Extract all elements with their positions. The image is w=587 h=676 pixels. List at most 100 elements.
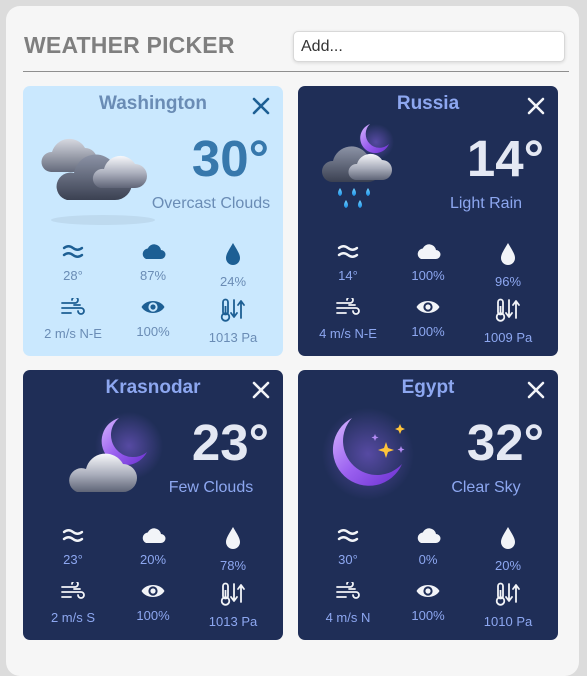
weather-description: Overcast Clouds (151, 195, 271, 212)
stat-pressure: 1013 Pa (193, 298, 273, 345)
cloudiness-value: 20% (139, 552, 167, 567)
temperature: 23° (191, 414, 269, 471)
pressure-value: 1013 Pa (208, 330, 258, 345)
wind-value: 4 m/s N-E (319, 326, 377, 341)
stat-feels-like: 28° (33, 242, 113, 283)
eye-icon (388, 582, 468, 605)
night-rain-icon (312, 122, 442, 226)
wind-icon (308, 580, 388, 607)
city-name: Washington (99, 93, 207, 114)
weather-card: Krasnodar 23° Few Clouds 23° 20% 78% 2 m/s S 10… (23, 370, 283, 640)
stat-humidity: 20% (468, 526, 548, 573)
eye-icon (388, 298, 468, 321)
stat-cloudiness: 100% (388, 242, 468, 283)
weather-card: Egypt 32° Clear Sky 30° 0% 20% 4 m/s N 100% 1010… (298, 370, 558, 640)
overcast-clouds-icon (37, 122, 167, 226)
stat-humidity: 24% (193, 242, 273, 289)
weather-card: Russia 14° Light Rain 14° 100% 96% 4 m/s N-E 10… (298, 86, 558, 356)
droplet-icon (193, 242, 273, 271)
pressure-value: 1010 Pa (483, 614, 533, 629)
wind-icon (308, 296, 388, 323)
stat-pressure: 1013 Pa (193, 582, 273, 629)
thermometer-pressure-icon (468, 298, 548, 327)
stat-cloudiness: 0% (388, 526, 468, 567)
weather-description: Clear Sky (451, 479, 521, 496)
stat-pressure: 1010 Pa (468, 582, 548, 629)
feels-like-value: 14° (338, 268, 358, 283)
city-name: Egypt (401, 377, 455, 398)
close-icon[interactable] (526, 380, 546, 400)
waves-icon (33, 242, 113, 265)
city-name: Krasnodar (105, 377, 201, 398)
app-title: WEATHER PICKER (24, 32, 235, 58)
stat-cloudiness: 20% (113, 526, 193, 567)
eye-icon (113, 298, 193, 321)
eye-icon (113, 582, 193, 605)
pressure-value: 1013 Pa (208, 614, 258, 629)
close-icon[interactable] (526, 96, 546, 116)
humidity-value: 20% (494, 558, 522, 573)
cloudiness-value: 100% (411, 268, 445, 283)
stat-visibility: 100% (113, 582, 193, 623)
cloudiness-value: 87% (139, 268, 167, 283)
feels-like-value: 23° (63, 552, 83, 567)
humidity-value: 96% (494, 274, 522, 289)
stat-humidity: 96% (468, 242, 548, 289)
cloudiness-value: 0% (418, 552, 438, 567)
stat-visibility: 100% (388, 582, 468, 623)
cloud-icon (388, 242, 468, 265)
droplet-icon (193, 526, 273, 555)
thermometer-pressure-icon (468, 582, 548, 611)
stat-feels-like: 14° (308, 242, 388, 283)
weather-picker-app: WEATHER PICKER Washington 30° Overcast Clo… (6, 6, 579, 676)
stat-feels-like: 30° (308, 526, 388, 567)
visibility-value: 100% (411, 324, 445, 339)
humidity-value: 78% (219, 558, 247, 573)
cloud-icon (113, 526, 193, 549)
stat-feels-like: 23° (33, 526, 113, 567)
feels-like-value: 30° (338, 552, 358, 567)
close-icon[interactable] (251, 96, 271, 116)
stat-cloudiness: 87% (113, 242, 193, 283)
stat-pressure: 1009 Pa (468, 298, 548, 345)
wind-value: 4 m/s N (325, 610, 371, 625)
weather-description: Few Clouds (168, 479, 254, 496)
stat-wind: 4 m/s N-E (308, 296, 388, 341)
visibility-value: 100% (136, 608, 170, 623)
waves-icon (308, 526, 388, 549)
stat-wind: 2 m/s N-E (33, 296, 113, 341)
wind-value: 2 m/s S (50, 610, 96, 625)
thermometer-pressure-icon (193, 582, 273, 611)
stat-wind: 4 m/s N (308, 580, 388, 625)
cloud-icon (388, 526, 468, 549)
temperature: 30° (191, 130, 269, 187)
night-few-clouds-icon (37, 406, 167, 510)
stat-visibility: 100% (388, 298, 468, 339)
waves-icon (308, 242, 388, 265)
stat-visibility: 100% (113, 298, 193, 339)
humidity-value: 24% (219, 274, 247, 289)
droplet-icon (468, 242, 548, 271)
city-name: Russia (396, 93, 460, 114)
pressure-value: 1009 Pa (483, 330, 533, 345)
close-icon[interactable] (251, 380, 271, 400)
waves-icon (33, 526, 113, 549)
weather-description: Light Rain (449, 195, 523, 212)
feels-like-value: 28° (63, 268, 83, 283)
visibility-value: 100% (411, 608, 445, 623)
visibility-value: 100% (136, 324, 170, 339)
stat-wind: 2 m/s S (33, 580, 113, 625)
weather-card: Washington 30° Overcast Clouds 28° 87% 24% 2 m… (23, 86, 283, 356)
cloud-icon (113, 242, 193, 265)
wind-icon (33, 296, 113, 323)
temperature: 14° (466, 130, 544, 187)
header: WEATHER PICKER (23, 28, 569, 72)
thermometer-pressure-icon (193, 298, 273, 327)
droplet-icon (468, 526, 548, 555)
wind-value: 2 m/s N-E (44, 326, 102, 341)
clear-night-moon-icon (312, 406, 442, 510)
temperature: 32° (466, 414, 544, 471)
stat-humidity: 78% (193, 526, 273, 573)
add-city-input[interactable] (293, 31, 565, 62)
wind-icon (33, 580, 113, 607)
